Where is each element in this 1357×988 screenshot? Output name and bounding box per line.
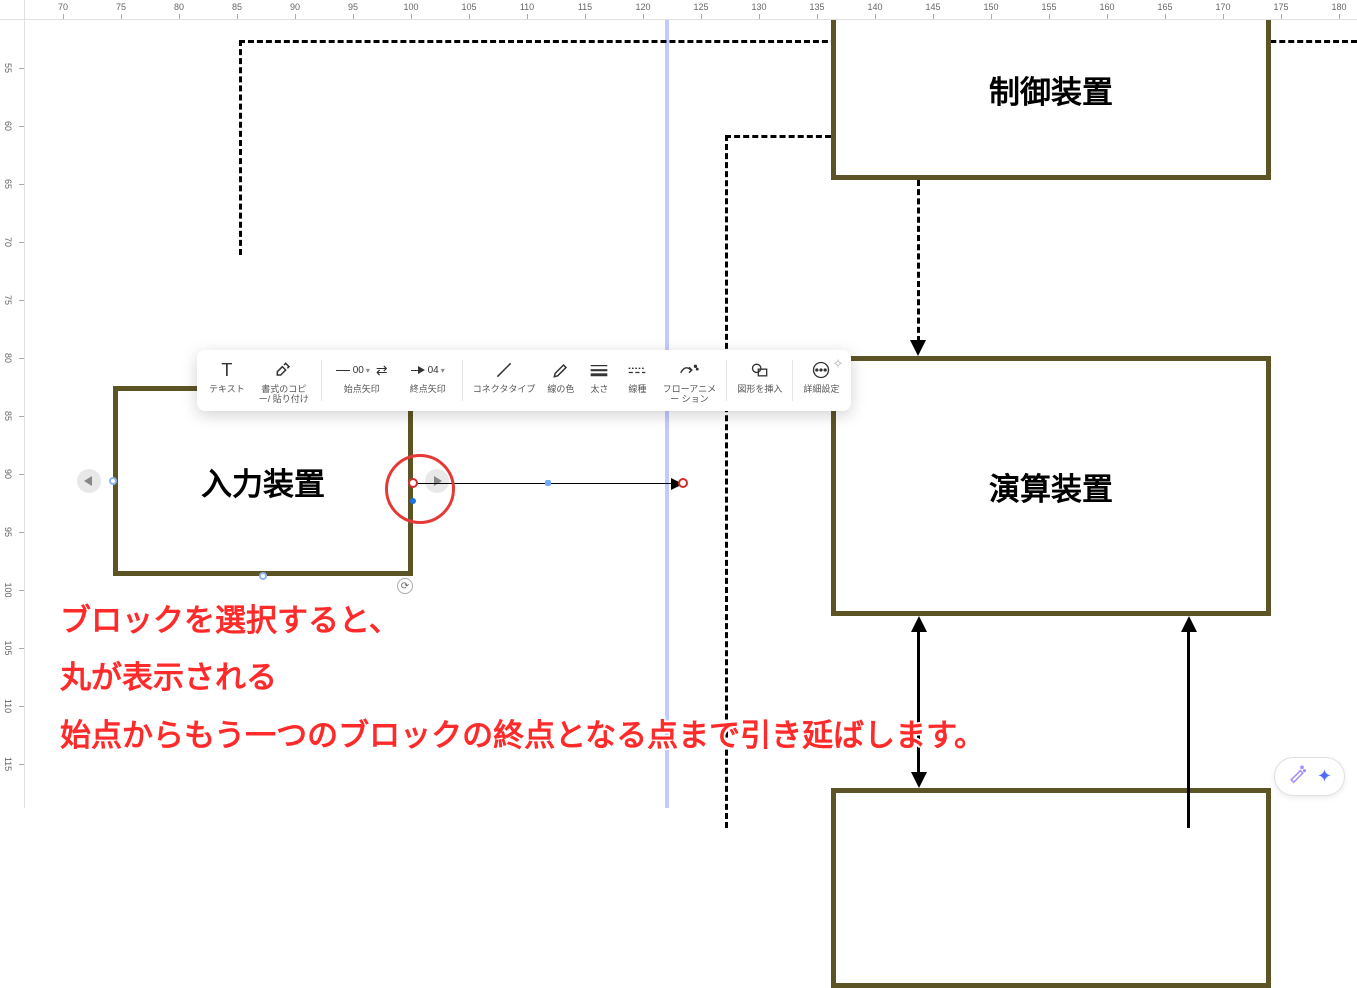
canvas[interactable]: 制御装置 演算装置 入力装置 ⟳ ✧ T テキスト 書式 <box>25 20 1357 808</box>
sparkle-icon[interactable]: ✦ <box>1317 766 1332 787</box>
connector-midpoint[interactable] <box>545 480 551 486</box>
box-bottom-unit[interactable] <box>831 788 1271 988</box>
arrow-alu-bottom[interactable] <box>917 630 920 774</box>
line-style-button[interactable]: 線種 <box>618 354 656 396</box>
ruler-corner <box>0 0 25 20</box>
box-control-unit[interactable]: 制御装置 <box>831 0 1271 180</box>
ruler-horizontal: 7075808590951001051101151201251301351401… <box>25 0 1357 20</box>
dash-style-icon <box>627 358 647 382</box>
swap-icon[interactable]: ⇄ <box>376 362 388 379</box>
arrow-right-tail[interactable] <box>1187 630 1190 828</box>
annotation-text: ブロックを選択すると、丸が表示される始点からもう一つのブロックの終点となる点まで… <box>60 592 985 764</box>
paint-brush-icon <box>274 358 294 382</box>
shapes-icon <box>750 358 770 382</box>
separator <box>462 360 463 401</box>
arrow-control-to-alu[interactable] <box>917 180 920 342</box>
box-label: 制御装置 <box>989 67 1113 112</box>
selection-handle[interactable] <box>109 477 117 485</box>
box-input-unit[interactable]: 入力装置 <box>113 386 413 576</box>
weight-icon <box>589 358 609 382</box>
separator <box>792 360 793 401</box>
ruler-vertical: 556065707580859095100105110115120125 <box>0 20 25 808</box>
box-label: 演算装置 <box>989 464 1113 509</box>
format-painter-button[interactable]: 書式のコピー/ 貼り付け <box>251 354 317 407</box>
dashed-line <box>725 135 831 138</box>
connector-type-button[interactable]: コネクタタイプ <box>467 354 542 396</box>
floating-toolbar: ✧ T テキスト 書式のコピー/ 貼り付け 00▾ ⇄ 始点矢印 04▾ 終点矢… <box>197 350 851 411</box>
arrowhead-icon <box>910 340 926 356</box>
text-button[interactable]: T テキスト <box>203 354 251 396</box>
dashed-line <box>239 40 242 255</box>
box-label: 入力装置 <box>201 459 325 504</box>
arrowhead-icon <box>1181 616 1197 632</box>
insert-shape-button[interactable]: 図形を挿入 <box>731 354 788 396</box>
flow-animation-button[interactable]: フローアニメー ション <box>656 354 722 407</box>
arrowhead-icon <box>911 616 927 632</box>
connector-end-point[interactable] <box>678 478 688 488</box>
connector-line-icon <box>494 358 514 382</box>
end-arrow-button[interactable]: 04▾ 終点矢印 <box>398 354 458 396</box>
rotate-handle[interactable]: ⟳ <box>397 578 413 594</box>
line-weight-button[interactable]: 太さ <box>580 354 618 396</box>
line-color-button[interactable]: 線の色 <box>541 354 580 396</box>
ai-assist-pill[interactable]: ✦ <box>1274 757 1345 796</box>
magic-icon[interactable] <box>1287 764 1307 789</box>
vertical-guide[interactable] <box>665 20 669 808</box>
more-icon <box>811 358 831 382</box>
pin-icon[interactable]: ✧ <box>833 356 844 372</box>
connector-start-point[interactable] <box>408 478 418 488</box>
start-arrow-button[interactable]: 00▾ ⇄ 始点矢印 <box>326 354 398 396</box>
connector-handle-left[interactable] <box>77 469 101 493</box>
pencil-icon <box>551 358 571 382</box>
selected-connector[interactable] <box>413 483 673 484</box>
end-arrow-icon: 04▾ <box>411 358 445 382</box>
connector-handle-right[interactable] <box>425 469 449 493</box>
separator <box>726 360 727 401</box>
box-alu-unit[interactable]: 演算装置 <box>831 356 1271 616</box>
text-icon: T <box>221 358 232 382</box>
separator <box>321 360 322 401</box>
connector-anchor[interactable] <box>410 498 416 504</box>
start-arrow-icon: 00▾ ⇄ <box>336 358 388 382</box>
flow-icon <box>678 358 700 382</box>
dashed-line <box>725 135 728 828</box>
arrowhead-icon <box>911 772 927 788</box>
selection-handle[interactable] <box>259 572 267 580</box>
